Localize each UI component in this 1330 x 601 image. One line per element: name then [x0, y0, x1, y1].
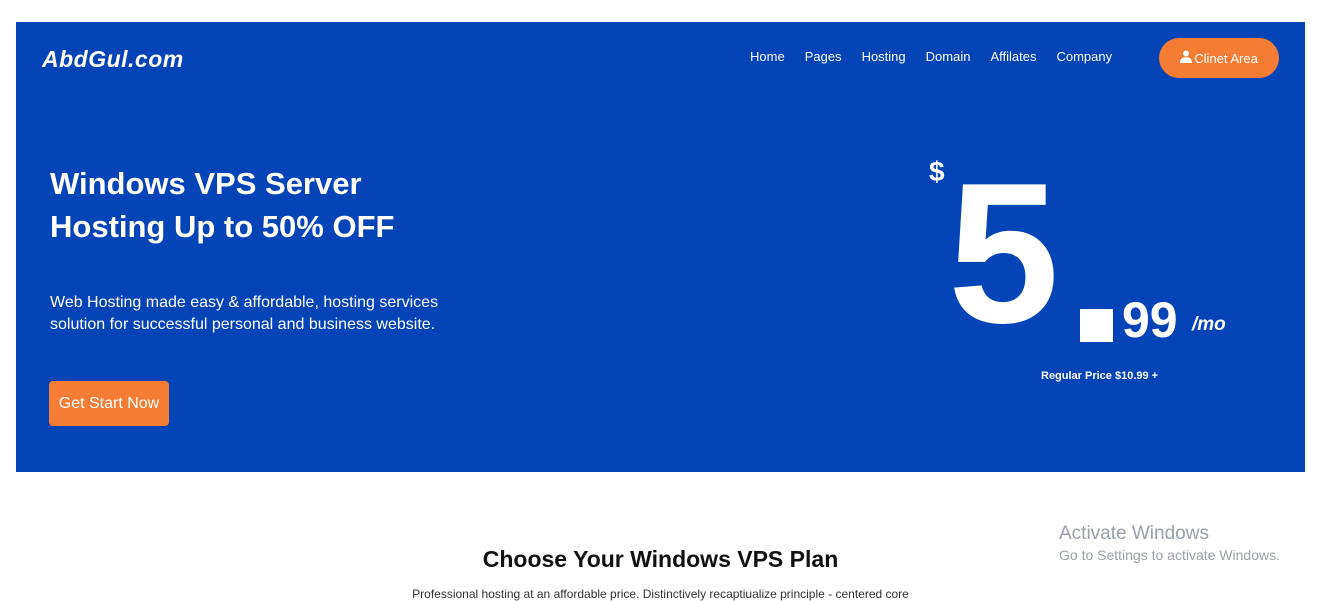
- activate-windows-watermark: Activate Windows Go to Settings to activ…: [1059, 522, 1280, 565]
- watermark-subtitle: Go to Settings to activate Windows.: [1059, 547, 1280, 563]
- price-cents: 99: [1122, 292, 1178, 348]
- user-icon: [1180, 50, 1193, 66]
- site-logo[interactable]: AbdGul.com: [42, 46, 184, 73]
- regular-price: Regular Price $10.99 +: [1041, 370, 1159, 382]
- nav-hosting[interactable]: Hosting: [862, 49, 906, 64]
- client-area-label: Clinet Area: [1194, 50, 1258, 66]
- price-period: /mo: [1192, 314, 1226, 335]
- price-currency: $: [929, 156, 945, 187]
- client-area-button[interactable]: Clinet Area: [1159, 38, 1279, 78]
- nav-home[interactable]: Home: [750, 49, 785, 64]
- hero-subtitle: Web Hosting made easy & affordable, host…: [50, 294, 439, 333]
- watermark-title: Activate Windows: [1059, 523, 1209, 544]
- main-nav: Home Pages Hosting Domain Affilates Comp…: [750, 49, 1112, 64]
- hero-banner: AbdGul.com Home Pages Hosting Domain Aff…: [16, 22, 1305, 472]
- nav-affilates[interactable]: Affilates: [990, 49, 1036, 64]
- nav-domain[interactable]: Domain: [926, 49, 971, 64]
- nav-pages[interactable]: Pages: [805, 49, 842, 64]
- price-decimal-dot: [1080, 309, 1113, 342]
- get-start-now-button[interactable]: Get Start Now: [49, 381, 169, 426]
- hero-title: Windows VPS Server Hosting Up to 50% OFF: [50, 166, 395, 244]
- plans-section-subtitle: Professional hosting at an affordable pr…: [412, 587, 909, 601]
- nav-company[interactable]: Company: [1056, 49, 1112, 64]
- price-whole: 5: [948, 142, 1059, 365]
